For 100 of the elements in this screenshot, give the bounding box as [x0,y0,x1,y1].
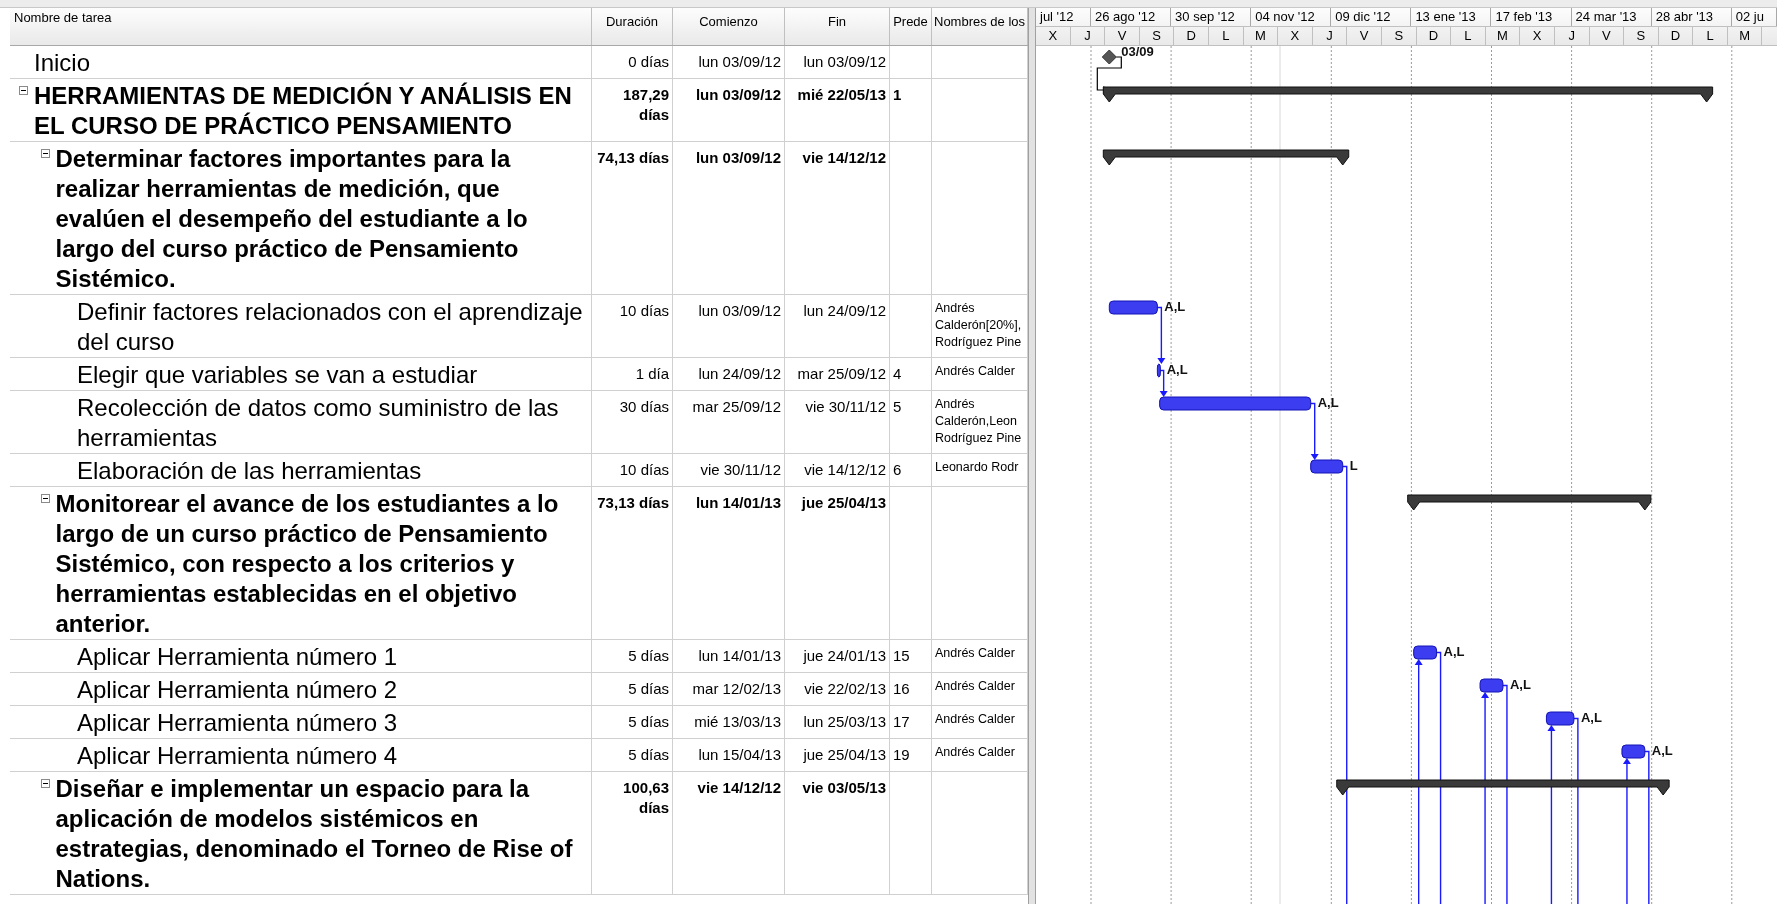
task-bar[interactable] [1310,459,1344,474]
finish-date: vie 03/05/13 [801,778,887,798]
finish-date: lun 24/09/12 [802,301,887,321]
timescale-label: M [1727,27,1763,45]
start-date: vie 14/12/12 [696,778,782,798]
timescale-label: S [1624,27,1659,45]
task-bar[interactable] [1545,711,1575,726]
timescale-label: 02 ju [1731,8,1777,26]
timescale-label: J [1312,27,1348,45]
finish-date: lun 03/09/12 [802,52,887,72]
duration-text: 30 días [618,397,670,417]
duration-text: 5 días [627,712,670,732]
timescale-label: X [1036,27,1071,45]
bar-label: A,L [1166,361,1188,377]
bar-label: L [1349,457,1358,473]
finish-date: mar 25/09/12 [796,364,887,384]
task-name: Elaboración de las herramientas [77,456,422,486]
resource-names: Andrés Calderón[20%], Rodríguez Pine [934,300,1023,351]
start-date: lun 14/01/13 [697,646,782,666]
timescale-label: 09 dic '12 [1331,8,1412,26]
resource-names: Andrés Calder [934,744,1016,761]
timescale-label: 30 sep '12 [1171,8,1252,26]
timescale-label: 04 nov '12 [1251,8,1332,26]
bar-label: A,L [1317,394,1339,410]
bar-label: A,L [1509,676,1531,692]
task-name: Aplicar Herramienta número 1 [77,642,398,672]
resource-names: Andrés Calder [934,645,1016,662]
bar-label: A,L [1164,298,1186,314]
task-name: Diseñar e implementar un espacio para la aplicación de modelos sistémicos en estrategias, denominado el Torneo de Rise of Nations. [55,774,574,894]
duration-text: 74,13 días [596,148,670,168]
timescale-label: L [1208,27,1244,45]
task-name: Aplicar Herramienta número 2 [77,675,398,705]
finish-date: vie 22/02/13 [803,679,887,699]
collapse-icon[interactable] [19,86,28,95]
collapse-icon[interactable] [40,779,50,788]
start-date: vie 30/11/12 [699,460,782,480]
task-name: Aplicar Herramienta número 4 [77,741,398,771]
finish-date: jue 24/01/13 [802,646,887,666]
timescale-label: 28 abr '13 [1651,8,1732,26]
column-header: Duración [592,8,673,45]
start-date: mié 13/03/13 [693,712,782,732]
timescale-label: X [1278,27,1313,45]
link-arrow [1158,369,1168,397]
link-arrow [1156,306,1166,364]
predecessor-id: 5 [892,397,903,417]
timescale-label: X [1520,27,1555,45]
duration-text: 1 día [634,364,670,384]
finish-date: jue 25/04/13 [802,745,887,765]
task-bar[interactable] [1156,363,1161,378]
finish-date: vie 30/11/12 [804,397,887,417]
task-bar[interactable] [1413,645,1438,660]
bar-label: A,L [1651,742,1673,758]
predecessor-id: 17 [892,712,911,732]
timescale-label: J [1554,27,1590,45]
column-header: Fin [785,8,890,45]
task-name: Monitorear el avance de los estudiantes a lo largo de un curso práctico de Pensamiento Sistémico, con respecto a los criterios y herramientas establecidas en el objetivo anterior. [55,489,560,639]
finish-date: vie 14/12/12 [801,148,887,168]
resource-names: Andrés Calder [934,363,1016,380]
collapse-icon[interactable] [40,494,50,503]
duration-text: 5 días [627,745,670,765]
collapse-icon[interactable] [40,149,50,158]
timescale-label: jul '12 [1036,8,1091,26]
timescale-label: S [1381,27,1417,45]
start-date: mar 12/02/13 [691,679,782,699]
timescale-label: L [1693,27,1728,45]
task-name: Recolección de datos como suministro de las herramientas [77,393,560,453]
task-name: HERRAMIENTAS DE MEDICIÓN Y ANÁLISIS EN EL CURSO DE PRÁCTICO PENSAMIENTO [34,81,573,141]
timescale-label: D [1658,27,1694,45]
start-date: lun 15/04/13 [697,745,782,765]
task-bar[interactable] [1479,678,1504,693]
duration-text: 5 días [627,646,670,666]
column-header: Comienzo [673,8,785,45]
duration-text: 73,13 días [596,493,670,513]
finish-date: vie 14/12/12 [803,460,887,480]
predecessor-id: 15 [892,646,911,666]
task-name: Definir factores relacionados con el aprendizaje del curso [77,297,584,357]
resource-names: Andrés Calderón,Leon Rodríguez Pine [934,396,1023,447]
finish-date: lun 25/03/13 [802,712,887,732]
timescale-label: D [1174,27,1209,45]
timescale-label: 26 ago '12 [1091,8,1172,26]
column-header: Prede [890,8,932,45]
predecessor-id: 1 [892,85,903,105]
column-header: Nombre de tarea [10,8,592,45]
task-name: Inicio [34,48,91,78]
finish-date: mié 22/05/13 [796,85,887,105]
task-bar[interactable] [1621,744,1646,759]
timescale-label: M [1243,27,1279,45]
timescale-label: L [1451,27,1486,45]
task-bar[interactable] [1108,300,1158,315]
timescale-label: J [1070,27,1106,45]
start-date: lun 03/09/12 [694,148,782,168]
start-date: lun 14/01/13 [694,493,782,513]
timescale-label: V [1589,27,1625,45]
start-date: lun 03/09/12 [697,301,782,321]
duration-text: 10 días [618,301,670,321]
predecessor-id: 19 [892,745,911,765]
duration-text: 0 días [627,52,670,72]
finish-date: jue 25/04/13 [800,493,887,513]
timescale-label: V [1105,27,1140,45]
timescale-label: S [1139,27,1175,45]
